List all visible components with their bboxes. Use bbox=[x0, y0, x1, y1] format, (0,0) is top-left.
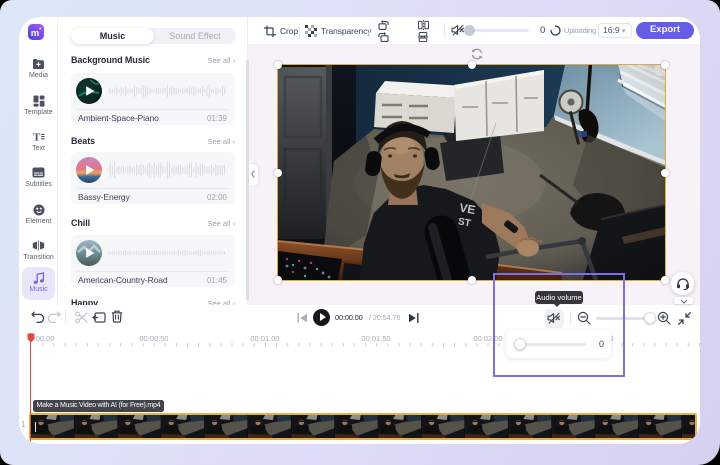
svg-text:T: T bbox=[33, 132, 41, 143]
svg-text:m: m bbox=[31, 27, 39, 38]
